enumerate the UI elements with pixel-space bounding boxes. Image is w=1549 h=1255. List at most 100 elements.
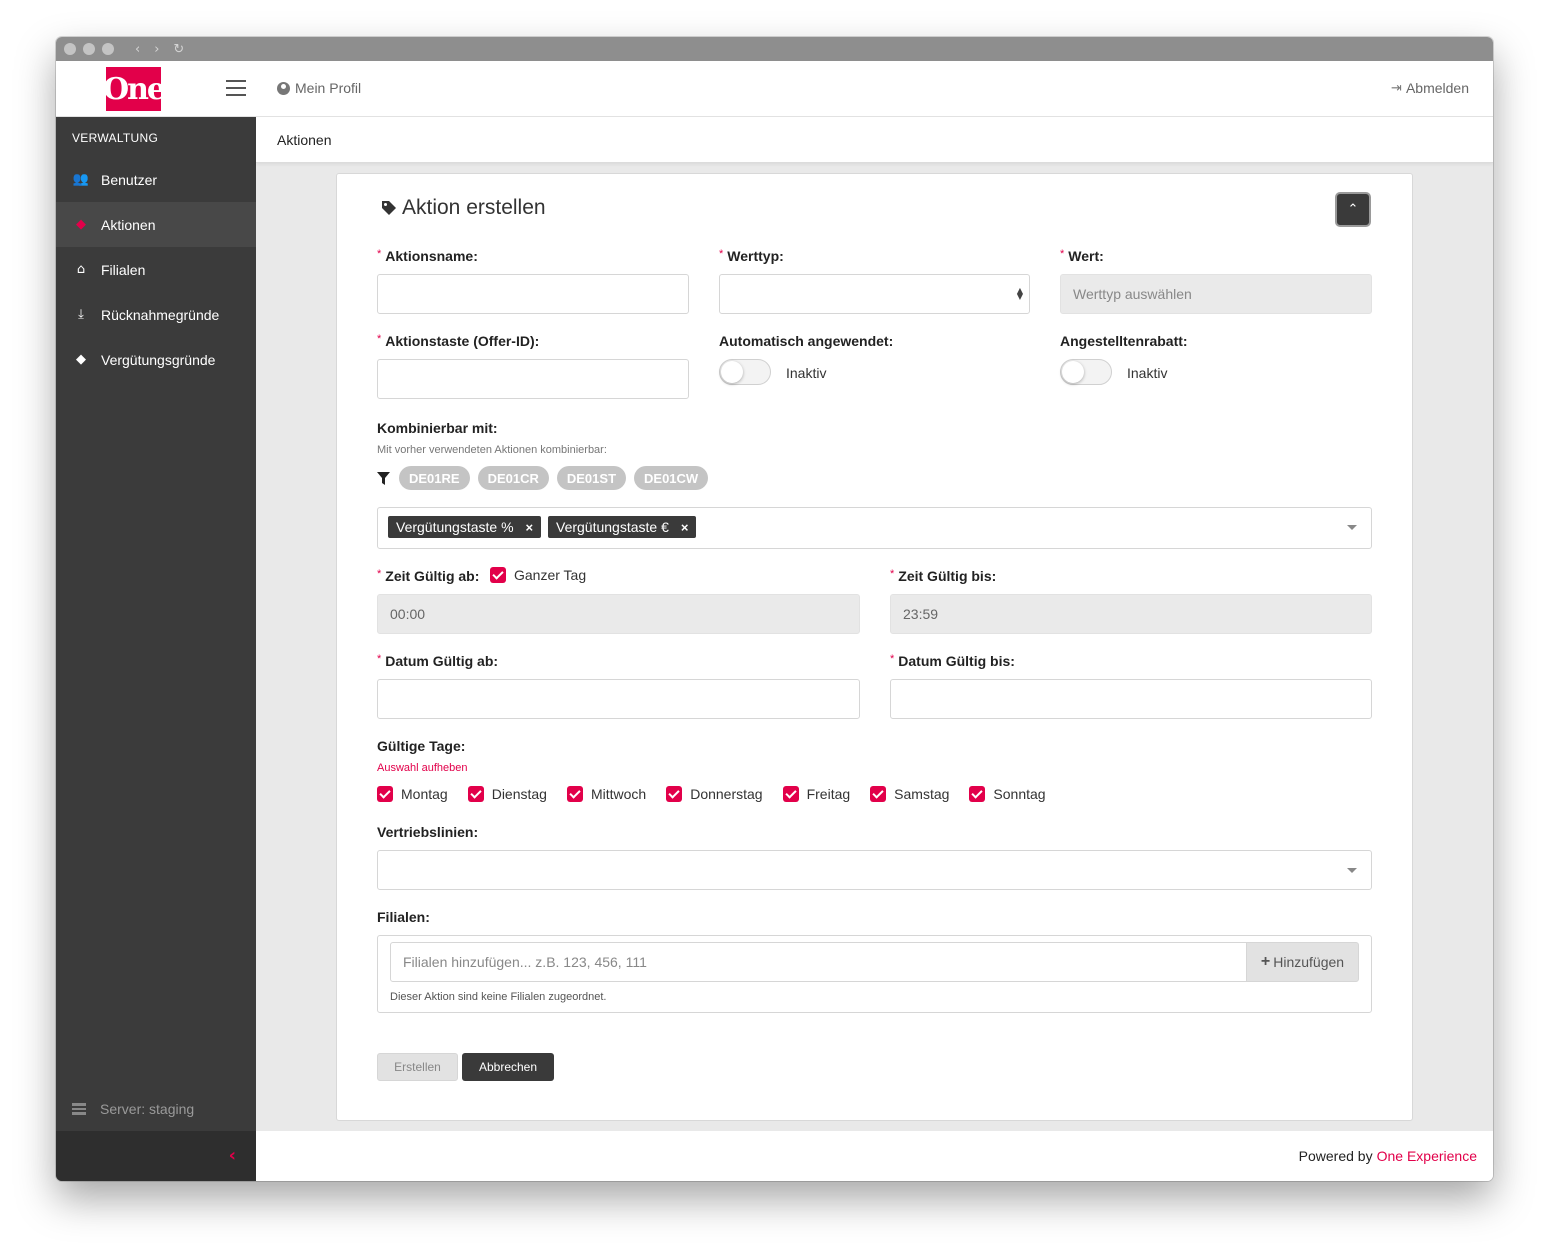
chip-de01st[interactable]: DE01ST xyxy=(556,466,627,490)
chip-de01re[interactable]: DE01RE xyxy=(399,466,470,490)
users-icon: 👥 xyxy=(72,172,90,187)
datum-ab-input[interactable] xyxy=(377,679,860,719)
minimize-dot[interactable] xyxy=(83,43,95,55)
aktionstaste-input[interactable] xyxy=(377,359,689,399)
filialen-box: Filialen hinzufügen... z.B. 123, 456, 11… xyxy=(377,935,1372,1013)
page-title: Aktion erstellen xyxy=(402,196,546,219)
reload-icon[interactable]: ↻ xyxy=(173,43,184,56)
kombinierbar-hint: Mit vorher verwendeten Aktionen kombinie… xyxy=(377,444,607,456)
employee-discount-toggle[interactable] xyxy=(1060,359,1112,385)
close-dot[interactable] xyxy=(64,43,76,55)
plus-icon: + xyxy=(1260,953,1271,970)
hand-holding-icon: ⤓ xyxy=(78,307,84,322)
kombinierbar-multiselect[interactable]: Vergütungstaste % × Vergütungstaste € × xyxy=(377,507,1372,549)
sidebar-heading: VERWALTUNG xyxy=(72,131,159,145)
auto-applied-state: Inaktiv xyxy=(786,365,827,381)
clear-selection-link[interactable]: Auswahl aufheben xyxy=(377,762,468,774)
logo-area: One xyxy=(56,61,256,117)
day-checkbox-donnerstag[interactable]: Donnerstag xyxy=(666,786,763,802)
vertriebslinien-label: Vertriebslinien: xyxy=(377,824,479,840)
sidebar-item-label: Filialen xyxy=(101,261,146,278)
forward-icon[interactable]: › xyxy=(154,43,159,56)
cancel-button[interactable]: Abbrechen xyxy=(462,1053,554,1081)
zeit-bis-label: * Zeit Gültig bis: xyxy=(890,568,997,584)
day-checkbox-mittwoch[interactable]: Mittwoch xyxy=(566,786,646,802)
brand-link[interactable]: One Experience xyxy=(1377,1148,1477,1164)
top-navbar: One Mein Profil ⇥ Abmelden xyxy=(56,61,1493,117)
sidebar-item-ruecknahmegruende[interactable]: ⤓ Rücknahmegründe xyxy=(56,292,256,337)
create-button[interactable]: Erstellen xyxy=(377,1053,458,1081)
powered-by-label: Powered by xyxy=(1298,1148,1373,1164)
day-checkbox-freitag[interactable]: Freitag xyxy=(782,786,850,802)
profile-link[interactable]: Mein Profil xyxy=(277,80,361,96)
server-label: Server: staging xyxy=(100,1101,195,1117)
gueltige-tage-label: Gültige Tage: xyxy=(377,738,466,754)
tag-icon: ◆ xyxy=(76,352,86,367)
chevron-up-icon: ⌃ xyxy=(1347,202,1359,217)
hamburger-menu-icon[interactable] xyxy=(226,80,246,96)
maximize-dot[interactable] xyxy=(102,43,114,55)
sidebar-footer: ‹ xyxy=(56,1131,256,1181)
auto-applied-toggle[interactable] xyxy=(719,359,771,385)
auto-applied-label: Automatisch angewendet: xyxy=(719,333,894,349)
zeit-ab-input: 00:00 xyxy=(377,594,860,634)
sidebar-item-aktionen[interactable]: ◆ Aktionen xyxy=(56,202,256,247)
remove-tag-icon[interactable]: × xyxy=(681,520,689,535)
sign-out-icon: ⇥ xyxy=(1391,80,1402,95)
kombinierbar-label: Kombinierbar mit: xyxy=(377,420,498,436)
chip-de01cr[interactable]: DE01CR xyxy=(477,466,549,490)
sidebar-item-label: Aktionen xyxy=(101,216,156,233)
ganzer-tag-checkbox[interactable]: Ganzer Tag xyxy=(490,566,586,584)
remove-tag-icon[interactable]: × xyxy=(526,520,534,535)
vertriebslinien-select[interactable] xyxy=(377,850,1372,890)
user-circle-icon xyxy=(277,81,290,95)
aktionsname-label: * Aktionsname: xyxy=(377,248,478,264)
store-icon: ⌂ xyxy=(76,262,86,277)
back-icon[interactable]: ‹ xyxy=(135,43,140,56)
chevron-down-icon xyxy=(1347,868,1357,873)
sidebar-item-benutzer[interactable]: 👥 Benutzer xyxy=(56,157,256,202)
previous-actions-chips: DE01RE DE01CR DE01ST DE01CW xyxy=(377,466,716,490)
day-checkbox-dienstag[interactable]: Dienstag xyxy=(467,786,547,802)
day-checkbox-sonntag[interactable]: Sonntag xyxy=(969,786,1046,802)
werttyp-select[interactable]: ▲ ▼ xyxy=(719,274,1030,314)
tag-icon xyxy=(382,201,396,215)
collapse-sidebar-icon[interactable]: ‹ xyxy=(229,1145,236,1166)
employee-discount-state: Inaktiv xyxy=(1127,365,1168,381)
sidebar-item-filialen[interactable]: ⌂ Filialen xyxy=(56,247,256,292)
logout-label: Abmelden xyxy=(1405,80,1469,96)
collapse-card-button[interactable]: ⌃ xyxy=(1335,192,1371,227)
logout-link[interactable]: ⇥ Abmelden xyxy=(1391,80,1469,96)
day-checkbox-montag[interactable]: Montag xyxy=(377,786,448,802)
sidebar-item-label: Vergütungsgründe xyxy=(101,351,216,368)
sidebar: VERWALTUNG 👥 Benutzer ◆ Aktionen ⌂ Filia… xyxy=(56,117,256,1181)
card-title: Aktion erstellen xyxy=(381,196,546,220)
chip-de01cw[interactable]: DE01CW xyxy=(634,466,709,490)
chevron-down-icon[interactable] xyxy=(1347,525,1357,530)
sidebar-item-verguetungsgruende[interactable]: ◆ Vergütungsgründe xyxy=(56,337,256,382)
page-footer: Powered by One Experience xyxy=(256,1131,1493,1181)
breadcrumb: Aktionen xyxy=(256,117,1493,163)
datum-bis-input[interactable] xyxy=(890,679,1372,719)
weekday-checkboxes: Montag Dienstag Mittwoch Donnerstag Frei… xyxy=(377,786,1066,802)
werttyp-label: * Werttyp: xyxy=(719,248,784,264)
sidebar-item-label: Rücknahmegründe xyxy=(101,306,220,323)
select-arrows-icon: ▲ ▼ xyxy=(1016,286,1023,301)
datum-bis-label: * Datum Gültig bis: xyxy=(890,653,1015,669)
main-content: Aktionen Aktion erstellen ⌃ * Aktionsname… xyxy=(256,117,1493,1181)
filialen-label: Filialen: xyxy=(377,909,430,925)
add-filiale-button[interactable]: + Hinzufügen xyxy=(1246,942,1359,982)
filialen-note: Dieser Aktion sind keine Filialen zugeor… xyxy=(390,991,607,1003)
profile-label: Mein Profil xyxy=(295,80,362,96)
brand-logo[interactable]: One xyxy=(103,67,166,111)
aktionsname-input[interactable] xyxy=(377,274,689,314)
server-info: Server: staging xyxy=(72,1101,194,1117)
selected-tag: Vergütungstaste % × xyxy=(388,516,542,538)
day-checkbox-samstag[interactable]: Samstag xyxy=(870,786,949,802)
employee-discount-label: Angestelltenrabatt: xyxy=(1060,333,1188,349)
aktionstaste-label: * Aktionstaste (Offer-ID): xyxy=(377,333,540,349)
wert-label: * Wert: xyxy=(1060,248,1104,264)
zeit-bis-input: 23:59 xyxy=(890,594,1372,634)
filialen-input[interactable]: Filialen hinzufügen... z.B. 123, 456, 11… xyxy=(390,942,1247,982)
filter-icon[interactable] xyxy=(377,471,390,485)
